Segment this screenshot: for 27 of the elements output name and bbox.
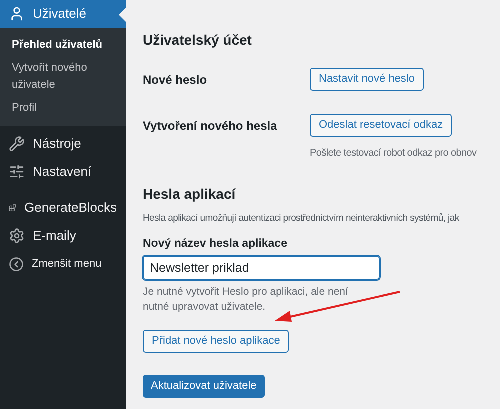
field-label: Vytvoření nového hesla — [143, 118, 278, 134]
wrench-icon — [9, 136, 25, 152]
section-heading: Uživatelský účet — [143, 31, 253, 48]
menu-item[interactable]: Nástroje — [0, 130, 126, 158]
input-field[interactable]: Newsletter priklad — [143, 256, 380, 280]
submenu-item[interactable]: Vytvořit nového uživatele — [0, 57, 126, 97]
menu-item[interactable]: E-maily — [0, 222, 126, 250]
menu-item[interactable]: Uživatelé — [0, 0, 126, 28]
set-password-button[interactable]: Nastavit nové heslo — [310, 68, 424, 91]
hint-text: Je nutné vytvořit Heslo pro aplikaci, ale není nutné upravovat uživatele. — [143, 284, 350, 314]
user-icon — [9, 6, 25, 22]
settings-icon — [9, 228, 25, 244]
description-text: Pošlete testovací robot odkaz pro obnov — [310, 148, 477, 159]
menu-item[interactable]: Zmenšit menu — [0, 250, 126, 278]
description-text: Hesla aplikací umožňují autentizaci prostřednictvím neinteraktivních systémů, jak — [143, 212, 460, 226]
field-label: Nový název hesla aplikace — [143, 237, 288, 252]
sliders-icon — [9, 164, 25, 180]
add-app-password-button[interactable]: Přidat nové heslo aplikace — [143, 330, 290, 352]
section-heading: Hesla aplikací — [143, 185, 237, 202]
menu-item[interactable]: GenerateBlocks — [0, 194, 126, 222]
submenu-item[interactable]: Profil — [0, 97, 126, 120]
update-user-button[interactable]: Aktualizovat uživatele — [143, 374, 265, 398]
send-reset-link-button[interactable]: Odeslat resetovací odkaz — [310, 114, 452, 137]
collapse-icon — [9, 256, 24, 272]
field-label: Nové heslo — [143, 72, 208, 88]
submenu-item[interactable]: Přehled uživatelů — [0, 34, 126, 57]
menu-item[interactable]: Nastavení — [0, 158, 126, 186]
